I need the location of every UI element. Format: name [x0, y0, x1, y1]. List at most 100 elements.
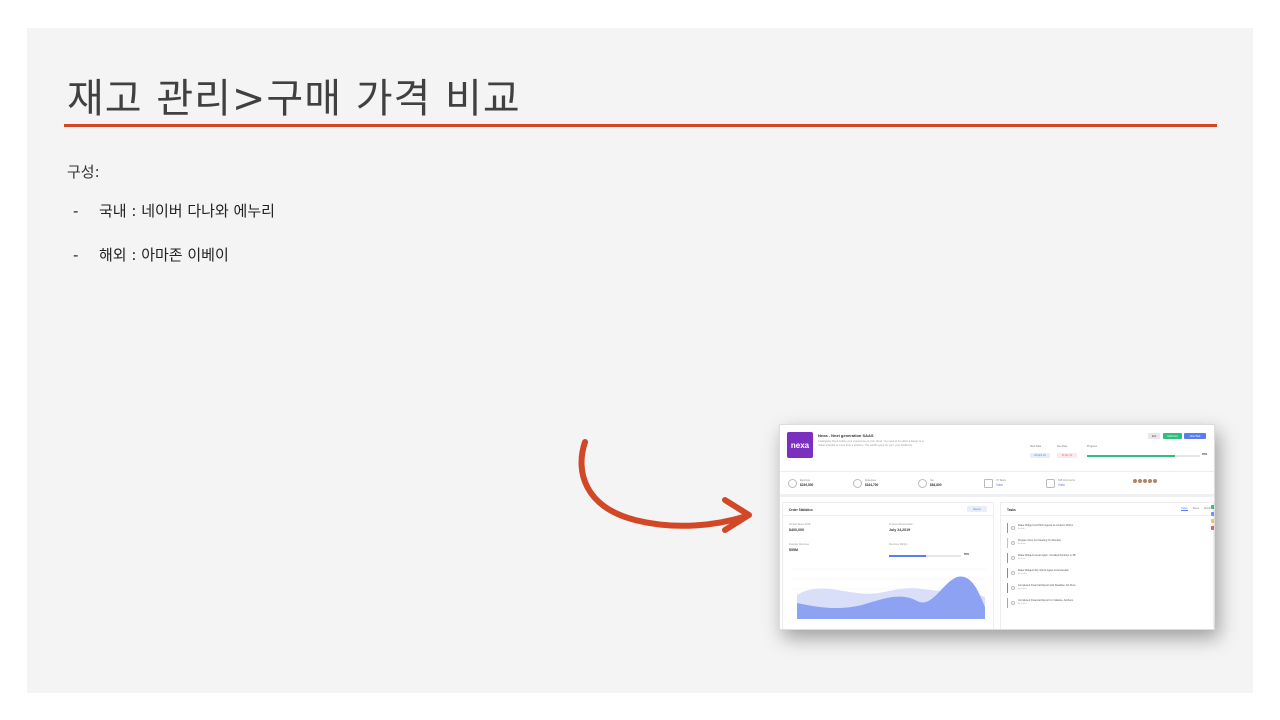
task-color-bar — [1007, 583, 1008, 593]
task-owner: By Sean — [1018, 558, 1026, 560]
bullet-dash: - — [73, 246, 79, 264]
stat-label: Net — [930, 479, 934, 482]
nexa-logo: nexa — [787, 432, 813, 458]
panel-title: Tasks — [1007, 508, 1016, 512]
avatar-group — [1132, 478, 1158, 484]
kv-value: $400,000 — [789, 528, 804, 532]
stat-value: $164,700 — [865, 483, 879, 487]
task-owner: By Carlos — [1018, 588, 1027, 590]
side-icon — [1211, 526, 1214, 530]
task-text: Make Widgets Sky Shock Again & Amsterdam — [1018, 569, 1069, 572]
slide: 재고 관리>구매 가격 비교 구성: - 국내 : 네이버 다나와 에누리 - 해외… — [27, 28, 1253, 693]
stat-value: $249,500 — [800, 483, 814, 487]
tasks-panel: Tasks Today Week Month Make Widget And P… — [1000, 502, 1214, 629]
config-label: 구성: — [67, 163, 100, 181]
revenue-margin-percent: 55% — [964, 553, 970, 556]
task-item: Make Widgets Sky Shock Again & Amsterdam… — [1007, 568, 1197, 578]
add-user-button: Add User — [1163, 433, 1182, 439]
side-toolbar — [1211, 505, 1214, 530]
stat-label: 648 Comments — [1058, 479, 1075, 482]
task-owner: By Sean — [1018, 543, 1026, 545]
task-color-bar — [1007, 523, 1008, 533]
kv-value: July 24,2019 — [889, 528, 911, 532]
bullet-text: 국내 : 네이버 다나와 에누리 — [99, 202, 275, 220]
report-button: Report — [967, 506, 987, 512]
revenue-margin: Revenue Margin — [889, 543, 907, 546]
task-item: Completed Financial Report with Deadline… — [1007, 583, 1197, 593]
stat-value: View — [996, 483, 1003, 487]
curved-arrow-icon — [578, 439, 752, 533]
task-checkbox — [1011, 586, 1015, 590]
tab-month: Month — [1204, 507, 1211, 510]
task-color-bar — [1007, 598, 1008, 608]
side-icon — [1211, 505, 1214, 509]
stats-bar: Earnings $249,500 Expenses $164,700 Net … — [780, 471, 1214, 497]
task-item: Make Widget And Pitch Agents as Amazon W… — [1007, 523, 1197, 533]
kv-value: $55M — [789, 548, 798, 552]
task-color-bar — [1007, 568, 1008, 578]
bullet-text: 해외 : 아마존 이베이 — [99, 246, 229, 264]
kv-label: Finance Review Date — [889, 523, 913, 526]
progress-percent: 78% — [1202, 453, 1208, 456]
task-tabs: Today Week Month — [1181, 507, 1211, 511]
stat-label: Earnings — [800, 479, 810, 482]
thumb-description: CodeIgniter Nexa makes your experience o… — [818, 440, 924, 447]
task-color-bar — [1007, 538, 1008, 548]
expenses-icon — [853, 479, 862, 488]
task-checkbox — [1011, 571, 1015, 575]
kv-label: Revenue Margin — [889, 543, 908, 546]
task-text: Completed Financial Report with Deadline… — [1018, 584, 1076, 587]
edit-button: Edit — [1148, 433, 1160, 439]
start-date-label: Start Date — [1030, 445, 1042, 448]
stat-value: $84,800 — [930, 483, 942, 487]
average-revenue: Average Revenue $55M — [789, 543, 809, 552]
side-icon — [1211, 519, 1214, 523]
task-owner: By Carlos — [1018, 603, 1027, 605]
task-item: Prepare Docs For Meeting On Monday By Sea… — [1007, 538, 1197, 548]
task-owner: By Carlos — [1018, 573, 1027, 575]
task-checkbox — [1011, 541, 1015, 545]
net-icon — [918, 479, 927, 488]
task-owner: By Bob — [1018, 528, 1025, 530]
task-color-bar — [1007, 553, 1008, 563]
task-text: Prepare Docs For Meeting On Monday — [1018, 539, 1061, 542]
area-chart — [791, 568, 987, 619]
order-statistics-panel: Order Statistics Report Annual Taxes 201… — [782, 502, 994, 629]
side-icon — [1211, 512, 1214, 516]
bullet-dash: - — [73, 202, 79, 220]
finance-review: Finance Review Date July 24,2019 — [889, 523, 913, 532]
new-task-button: New Task — [1184, 433, 1206, 439]
revenue-margin-bar — [889, 555, 961, 557]
bullet-domestic: - 국내 : 네이버 다나와 에누리 — [73, 200, 275, 221]
kv-label: Average Revenue — [789, 543, 809, 546]
kv-label: Annual Taxes 2019 — [789, 523, 811, 526]
title-divider — [64, 124, 1217, 127]
progress-bar — [1087, 455, 1200, 457]
panel-title: Order Statistics — [789, 508, 813, 512]
tab-week: Week — [1192, 507, 1200, 510]
task-text: Completed Financial Report for Initiativ… — [1018, 599, 1074, 602]
task-item: Make Widgets Great Again. Uncalled Zombi… — [1007, 553, 1197, 563]
progress-label: Progress — [1087, 445, 1098, 448]
task-checkbox — [1011, 556, 1015, 560]
bullet-overseas: - 해외 : 아마존 이베이 — [73, 244, 229, 265]
annual-taxes: Annual Taxes 2019 $400,000 — [789, 523, 810, 532]
stat-label: Expenses — [865, 479, 876, 482]
task-text: Make Widgets Great Again. Uncalled Zombi… — [1018, 554, 1076, 557]
dashboard-screenshot: nexa Nexa - Next generation SAAS CodeIgn… — [779, 424, 1215, 630]
task-item: Completed Financial Report for Initiativ… — [1007, 598, 1197, 608]
avatar — [1152, 478, 1158, 484]
task-checkbox — [1011, 601, 1015, 605]
task-checkbox — [1011, 526, 1015, 530]
earnings-icon — [788, 479, 797, 488]
tasks-icon — [984, 479, 993, 488]
stat-value: View — [1058, 483, 1065, 487]
start-date-pill: 20 April, 20 — [1030, 453, 1050, 458]
due-date-pill: 07 Apr, 21 — [1057, 453, 1077, 458]
panel-divider — [783, 515, 993, 516]
due-date-label: Due Date — [1057, 445, 1068, 448]
thumb-title: Nexa - Next generation SAAS — [818, 433, 874, 438]
slide-title: 재고 관리>구매 가격 비교 — [67, 76, 521, 122]
panel-divider — [1001, 515, 1213, 516]
tab-today: Today — [1181, 507, 1188, 511]
